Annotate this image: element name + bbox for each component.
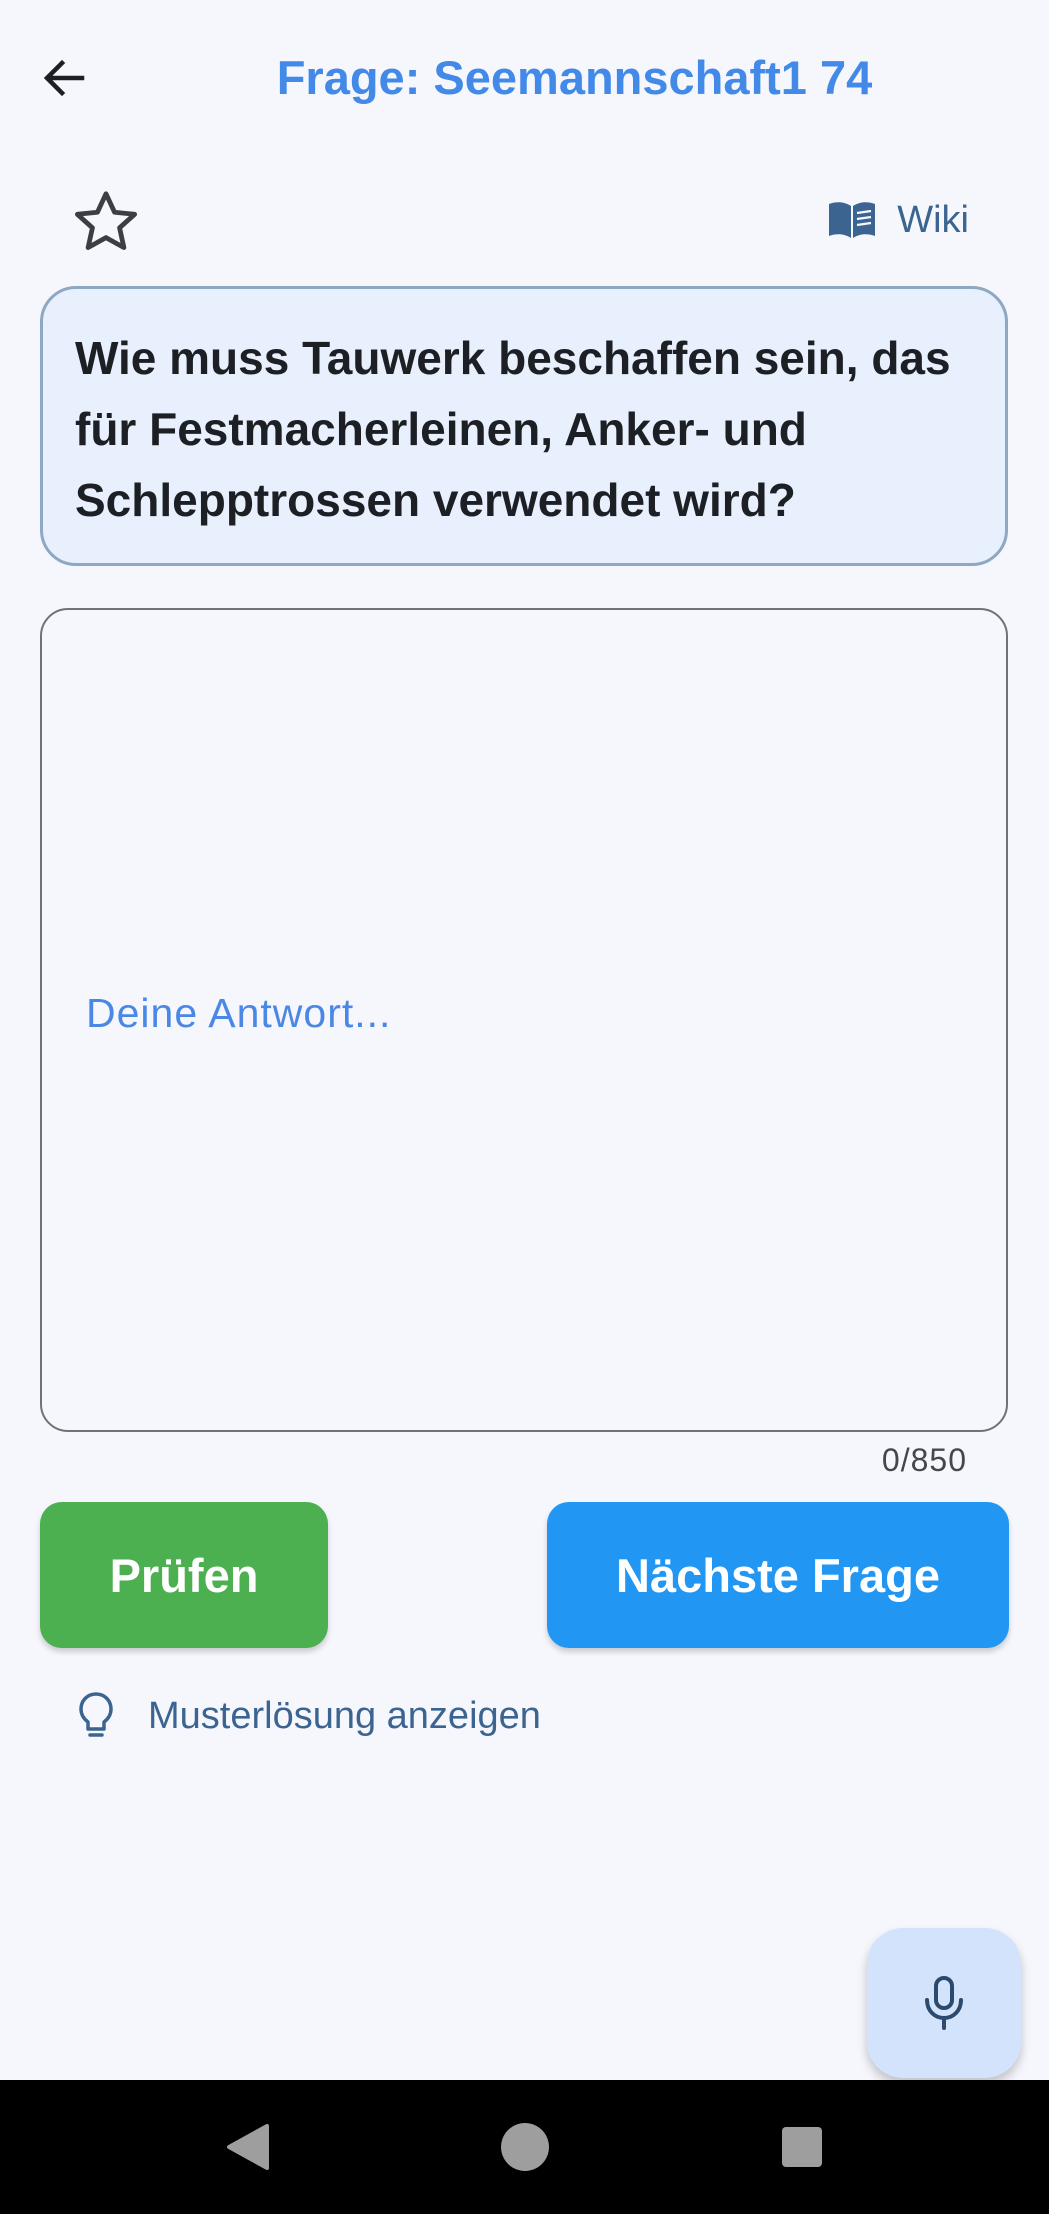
system-home-button[interactable] (480, 2102, 570, 2192)
answer-input[interactable] (42, 610, 1006, 1430)
question-card: Wie muss Tauwerk beschaffen sein, das fü… (40, 286, 1008, 566)
character-counter: 0/850 (881, 1442, 967, 1478)
page-title: Frage: Seemannschaft1 74 (276, 51, 873, 104)
microphone-icon (925, 1976, 963, 2030)
system-back-button[interactable] (202, 2102, 292, 2192)
triangle-back-icon (227, 2124, 269, 2170)
book-icon (829, 202, 876, 238)
wiki-label: Wiki (897, 198, 969, 241)
question-text: Wie muss Tauwerk beschaffen sein, das fü… (75, 332, 951, 526)
check-button[interactable]: Prüfen (40, 1502, 328, 1648)
answer-field (40, 608, 1008, 1432)
favorite-button[interactable] (66, 182, 146, 262)
wiki-button[interactable]: Wiki (827, 190, 969, 250)
circle-home-icon (501, 2123, 549, 2171)
system-navigation-bar (0, 2080, 1049, 2214)
back-button[interactable] (28, 42, 100, 114)
show-solution-button[interactable]: Musterlösung anzeigen (78, 1684, 541, 1748)
arrow-left-icon (43, 59, 85, 97)
square-recents-icon (782, 2127, 822, 2167)
next-question-button[interactable]: Nächste Frage (547, 1502, 1009, 1648)
microphone-button[interactable] (867, 1928, 1021, 2078)
system-recents-button[interactable] (757, 2102, 847, 2192)
star-outline-icon (74, 191, 138, 250)
show-solution-label: Musterlösung anzeigen (148, 1694, 541, 1737)
lightbulb-icon (79, 1692, 113, 1737)
